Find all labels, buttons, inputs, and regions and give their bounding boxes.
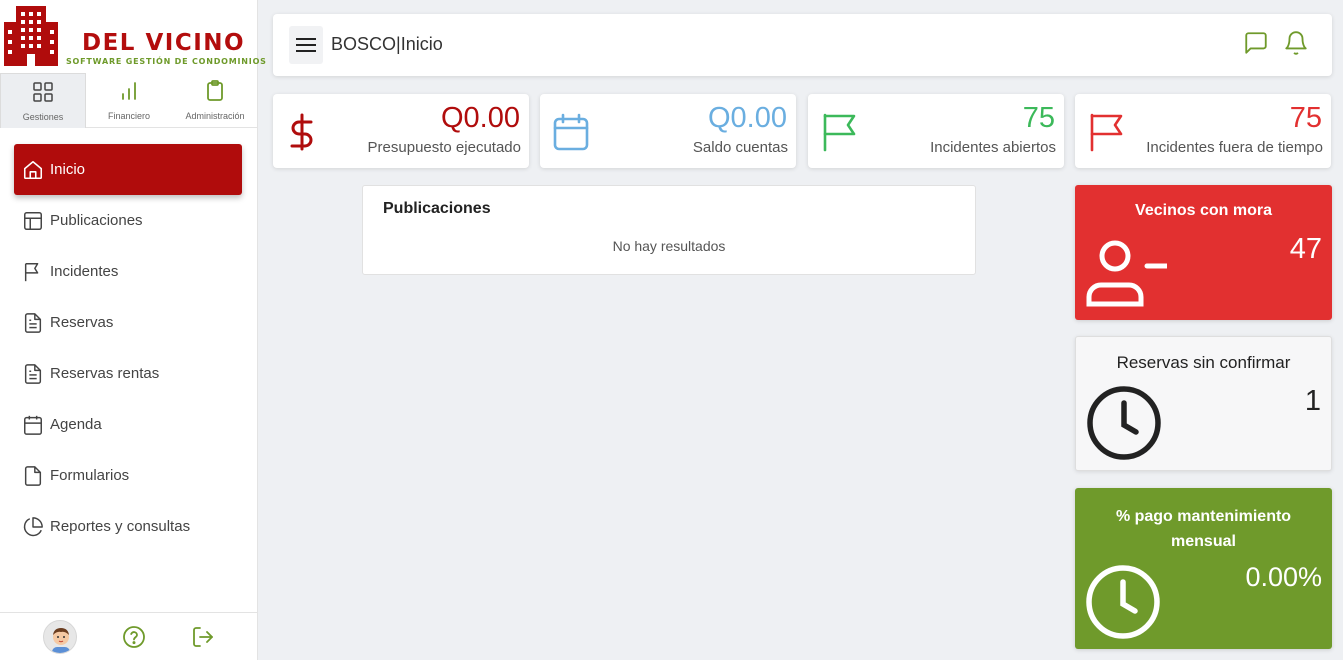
grid-icon xyxy=(33,82,53,102)
sidebar-item-inicio[interactable]: Inicio xyxy=(14,144,242,195)
sidebar-item-reportes[interactable]: Reportes y consultas xyxy=(14,501,242,552)
calendar-icon xyxy=(553,113,589,151)
document-icon xyxy=(24,363,42,384)
stat-reservas-sin-confirmar[interactable]: Reservas sin confirmar 1 xyxy=(1075,336,1332,471)
stat-value: 1 xyxy=(1304,385,1321,417)
stat-vecinos-mora[interactable]: Vecinos con mora 47 xyxy=(1075,185,1332,320)
sidebar-item-incidentes[interactable]: Incidentes xyxy=(14,246,242,297)
sidebar-item-publicaciones[interactable]: Publicaciones xyxy=(14,195,242,246)
bar-chart-icon xyxy=(122,82,136,100)
flag-icon xyxy=(1090,113,1123,152)
kpi-label: Incidentes fuera de tiempo xyxy=(1146,139,1323,156)
empty-state: No hay resultados xyxy=(612,238,726,254)
user-minus-icon xyxy=(1086,240,1167,307)
sidebar-item-agenda[interactable]: Agenda xyxy=(14,399,242,450)
sidebar-item-label: Incidentes xyxy=(50,263,119,280)
stat-value: 47 xyxy=(1289,233,1322,265)
top-header: BOSCO|Inicio xyxy=(273,14,1332,76)
user-avatar-icon xyxy=(51,627,70,653)
stat-title: Reservas sin confirmar xyxy=(1116,353,1291,372)
kpi-incidentes-abiertos[interactable]: 75 Incidentes abiertos xyxy=(808,94,1064,168)
kpi-presupuesto[interactable]: Q0.00 Presupuesto ejecutado xyxy=(273,94,529,168)
kpi-label: Incidentes abiertos xyxy=(930,139,1056,156)
calendar-icon xyxy=(24,415,42,435)
sidebar-nav: Inicio Publicaciones Incidentes Reservas xyxy=(14,144,242,552)
tab-financiero[interactable]: Financiero xyxy=(86,73,172,128)
tab-label: Financiero xyxy=(107,111,151,121)
kpi-label: Presupuesto ejecutado xyxy=(367,139,521,156)
brand-tagline: SOFTWARE GESTIÓN DE CONDOMINIOS xyxy=(66,57,267,66)
logout-icon[interactable] xyxy=(191,625,215,649)
sidebar-item-label: Reservas rentas xyxy=(50,365,160,382)
sidebar-item-label: Publicaciones xyxy=(50,212,143,229)
sidebar-item-formularios[interactable]: Formularios xyxy=(14,450,242,501)
menu-icon xyxy=(296,38,316,52)
kpi-value: 75 xyxy=(1289,102,1322,134)
flag-icon xyxy=(823,113,856,152)
home-icon xyxy=(23,160,43,179)
sidebar-item-label: Agenda xyxy=(50,416,102,433)
tab-label: Gestiones xyxy=(22,112,64,122)
kpi-incidentes-fuera[interactable]: 75 Incidentes fuera de tiempo xyxy=(1075,94,1331,168)
chat-icon[interactable] xyxy=(1243,30,1269,56)
publicaciones-panel: Publicaciones No hay resultados xyxy=(362,185,976,275)
pie-chart-icon xyxy=(23,516,43,536)
brand-name: DEL VICINO xyxy=(82,30,246,56)
stat-title: Vecinos con mora xyxy=(1135,202,1272,219)
sidebar: DEL VICINO SOFTWARE GESTIÓN DE CONDOMINI… xyxy=(0,0,266,660)
flag-icon xyxy=(24,262,39,281)
kpi-value: Q0.00 xyxy=(441,102,520,134)
stat-pago-mantenimiento[interactable]: % pago mantenimiento mensual 0.00% xyxy=(1075,488,1332,649)
tab-label: Administración xyxy=(185,111,245,121)
tab-gestiones[interactable]: Gestiones xyxy=(0,73,86,128)
dollar-icon xyxy=(290,113,313,151)
logo[interactable]: DEL VICINO SOFTWARE GESTIÓN DE CONDOMINI… xyxy=(0,0,266,72)
stat-value: 0.00% xyxy=(1245,562,1322,592)
help-icon[interactable] xyxy=(122,625,146,649)
sidebar-item-reservas[interactable]: Reservas xyxy=(14,297,242,348)
sidebar-item-label: Reservas xyxy=(50,314,114,331)
clock-icon xyxy=(1087,386,1161,460)
document-icon xyxy=(24,312,42,333)
sidebar-item-label: Inicio xyxy=(50,161,86,178)
bell-icon[interactable] xyxy=(1283,30,1309,56)
tab-administracion[interactable]: Administración xyxy=(172,73,258,128)
layout-icon xyxy=(24,211,42,230)
module-tabs: Gestiones Financiero Administración xyxy=(0,73,258,128)
panel-title: Publicaciones xyxy=(383,200,491,217)
menu-button[interactable] xyxy=(289,26,323,64)
sidebar-item-label: Formularios xyxy=(50,467,130,484)
sidebar-item-label: Reportes y consultas xyxy=(50,518,191,535)
sidebar-footer xyxy=(0,612,258,660)
sidebar-item-reservas-rentas[interactable]: Reservas rentas xyxy=(14,348,242,399)
clipboard-icon xyxy=(207,80,223,101)
kpi-value: 75 xyxy=(1022,102,1055,134)
kpi-value: Q0.00 xyxy=(708,102,787,134)
kpi-label: Saldo cuentas xyxy=(692,139,788,156)
page-title: BOSCO|Inicio xyxy=(331,34,443,54)
file-icon xyxy=(24,465,42,486)
kpi-saldo[interactable]: Q0.00 Saldo cuentas xyxy=(540,94,796,168)
building-logo-icon xyxy=(4,6,58,66)
clock-icon xyxy=(1086,565,1160,639)
stat-title: % pago mantenimiento mensual xyxy=(1115,508,1292,550)
avatar[interactable] xyxy=(42,619,77,654)
